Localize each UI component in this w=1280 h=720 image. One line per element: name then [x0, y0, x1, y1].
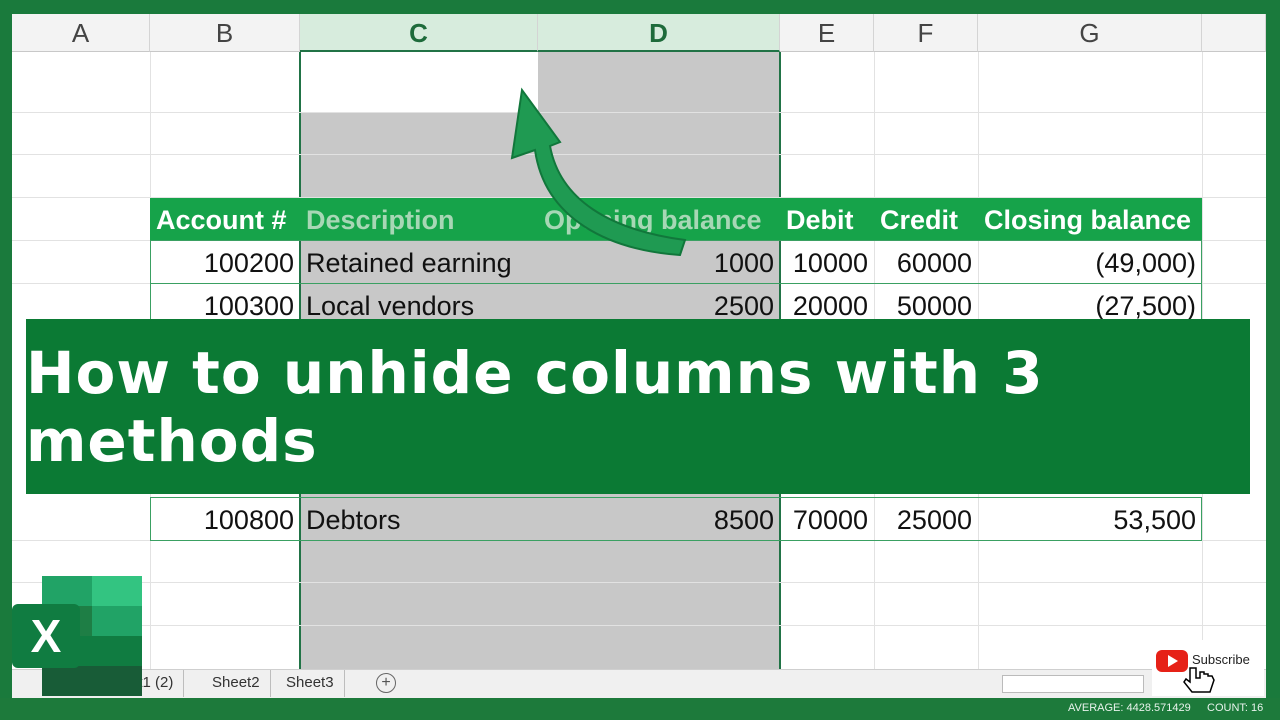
header-closing-balance[interactable]: Closing balance	[978, 198, 1202, 240]
banner-title: How to unhide columns with 3 methods	[26, 338, 1044, 475]
excel-logo-letter: X	[31, 610, 62, 662]
cell-closing[interactable]: 53,500	[978, 498, 1202, 540]
column-header-g[interactable]: G	[978, 14, 1202, 52]
cell-account[interactable]: 100800	[150, 498, 300, 540]
sheet-tab-sheet3[interactable]: Sheet3	[276, 670, 345, 697]
header-credit[interactable]: Credit	[874, 198, 978, 240]
cell-credit[interactable]: 60000	[874, 241, 978, 283]
status-average: AVERAGE: 4428.571429	[1068, 702, 1191, 714]
column-header-f[interactable]: F	[874, 14, 978, 52]
cell-debit[interactable]: 10000	[780, 241, 874, 283]
cell-closing[interactable]: (49,000)	[978, 241, 1202, 283]
header-account[interactable]: Account #	[150, 198, 300, 240]
add-sheet-button[interactable]: +	[376, 673, 396, 693]
title-banner: How to unhide columns with 3 methods	[26, 319, 1250, 494]
curved-arrow-icon	[510, 87, 687, 257]
column-header-a[interactable]: A	[12, 14, 150, 52]
column-header-e[interactable]: E	[780, 14, 874, 52]
cell-account[interactable]: 100200	[150, 241, 300, 283]
status-count: COUNT: 16	[1207, 702, 1264, 714]
cell-description[interactable]: Debtors	[300, 498, 538, 540]
youtube-subscribe[interactable]: Subscribe	[1152, 640, 1264, 696]
column-header-d[interactable]: D	[538, 14, 780, 52]
hand-cursor-icon	[1183, 667, 1215, 693]
sheet-tab-sheet2[interactable]: Sheet2	[202, 670, 271, 697]
horizontal-scrollbar[interactable]	[1002, 675, 1144, 693]
column-header-h[interactable]	[1202, 14, 1266, 52]
gridline	[12, 582, 1266, 583]
gridline	[12, 625, 1266, 626]
status-bar: AVERAGE: 4428.571429 COUNT: 16	[0, 698, 1280, 720]
cell-credit[interactable]: 25000	[874, 498, 978, 540]
cell-debit[interactable]: 70000	[780, 498, 874, 540]
sheet-tab-bar: et1 (2) Sheet2 Sheet3 +	[12, 669, 1266, 698]
header-debit[interactable]: Debit	[780, 198, 874, 240]
column-header-c[interactable]: C	[300, 14, 538, 52]
excel-logo-icon: X	[12, 576, 142, 696]
column-header-b[interactable]: B	[150, 14, 300, 52]
cell-opening[interactable]: 8500	[538, 498, 780, 540]
